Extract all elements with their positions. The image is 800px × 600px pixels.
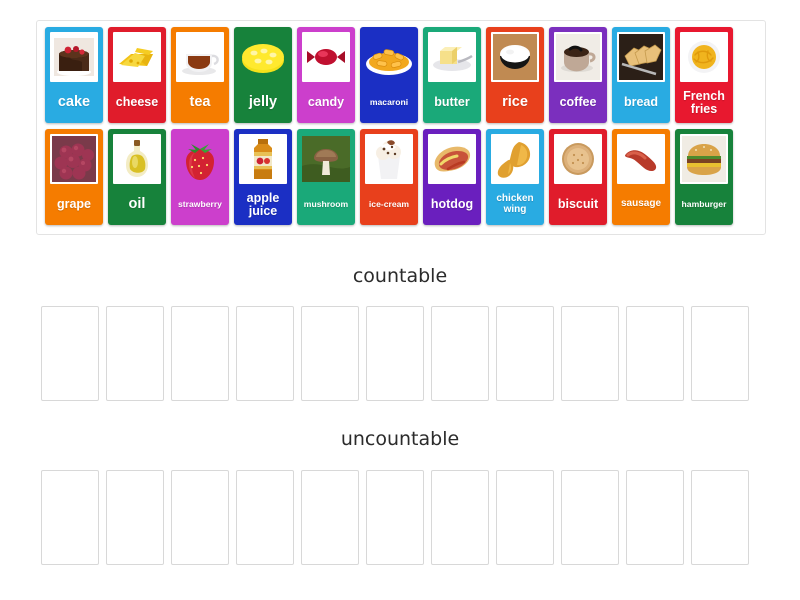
word-card-macaroni[interactable]: macaroni [360, 27, 418, 123]
word-card-oil[interactable]: oil [108, 129, 166, 225]
word-card-label: ice-cream [368, 199, 410, 210]
group-sort-activity: cake cheese tea jelly candy macaroni butter ric… [0, 0, 800, 600]
jelly-icon [239, 32, 287, 82]
word-card-coffee[interactable]: coffee [549, 27, 607, 123]
word-card-label: chicken wing [496, 193, 534, 215]
drop-slot[interactable] [496, 470, 554, 565]
word-card-label: French fries [683, 88, 725, 116]
word-card-label: hamburger [681, 199, 727, 210]
word-card-french-fries[interactable]: French fries [675, 27, 733, 123]
drop-slot[interactable] [41, 306, 99, 401]
drop-slot[interactable] [366, 306, 424, 401]
card-tray-row-1: cake cheese tea jelly candy macaroni butter ric… [42, 27, 760, 127]
drop-slot[interactable] [106, 470, 164, 565]
word-card-butter[interactable]: butter [423, 27, 481, 123]
word-card-label: candy [307, 95, 345, 110]
drop-slot[interactable] [366, 470, 424, 565]
word-card-label: grape [56, 197, 92, 212]
cake-icon [50, 32, 98, 82]
word-card-label: bread [623, 95, 659, 110]
drop-slot[interactable] [171, 306, 229, 401]
candy-icon [302, 32, 350, 82]
word-card-label: apple juice [246, 190, 280, 218]
word-card-tea[interactable]: tea [171, 27, 229, 123]
biscuit-icon [554, 134, 602, 184]
drop-slot[interactable] [431, 306, 489, 401]
hamburger-icon [680, 134, 728, 184]
oil-bottle-icon [113, 134, 161, 184]
word-card-label: mushroom [303, 199, 349, 210]
drop-slot[interactable] [626, 470, 684, 565]
word-card-biscuit[interactable]: biscuit [549, 129, 607, 225]
drop-slot[interactable] [236, 470, 294, 565]
word-card-label: hotdog [430, 197, 474, 212]
chicken-wing-icon [491, 134, 539, 184]
word-card-label: jelly [248, 94, 278, 111]
drop-slot[interactable] [301, 470, 359, 565]
word-card-mushroom[interactable]: mushroom [297, 129, 355, 225]
hotdog-icon [428, 134, 476, 184]
french-fries-icon [680, 32, 728, 82]
word-card-label: rice [502, 94, 528, 111]
word-card-label: oil [128, 196, 146, 213]
word-card-hamburger[interactable]: hamburger [675, 129, 733, 225]
bread-icon [617, 32, 665, 82]
word-card-label: tea [189, 94, 211, 111]
tea-cup-icon [176, 32, 224, 82]
drop-slot[interactable] [691, 306, 749, 401]
group-title-countable: countable [352, 265, 448, 287]
drop-slot[interactable] [561, 470, 619, 565]
drop-slot[interactable] [301, 306, 359, 401]
drop-slot[interactable] [691, 470, 749, 565]
drop-slot[interactable] [106, 306, 164, 401]
drop-slot[interactable] [626, 306, 684, 401]
word-card-strawberry[interactable]: strawberry [171, 129, 229, 225]
word-card-label: butter [434, 95, 470, 110]
word-card-rice[interactable]: rice [486, 27, 544, 123]
drop-zone-uncountable[interactable] [41, 470, 759, 565]
sausage-icon [617, 134, 665, 184]
word-card-candy[interactable]: candy [297, 27, 355, 123]
drop-zone-countable[interactable] [41, 306, 759, 401]
word-card-label: macaroni [369, 97, 409, 108]
word-card-sausage[interactable]: sausage [612, 129, 670, 225]
strawberry-icon [176, 134, 224, 184]
word-card-cheese[interactable]: cheese [108, 27, 166, 123]
word-card-jelly[interactable]: jelly [234, 27, 292, 123]
apple-juice-icon [239, 134, 287, 184]
word-card-hotdog[interactable]: hotdog [423, 129, 481, 225]
rice-bowl-icon [491, 32, 539, 82]
word-card-label: cake [57, 94, 91, 111]
mushroom-icon [302, 134, 350, 184]
word-card-label: coffee [559, 95, 597, 110]
butter-icon [428, 32, 476, 82]
word-card-label: sausage [620, 198, 662, 210]
word-card-label: biscuit [557, 197, 599, 212]
drop-slot[interactable] [171, 470, 229, 565]
word-card-apple-juice[interactable]: apple juice [234, 129, 292, 225]
word-card-ice-cream[interactable]: ice-cream [360, 129, 418, 225]
word-card-cake[interactable]: cake [45, 27, 103, 123]
drop-slot[interactable] [431, 470, 489, 565]
word-card-grape[interactable]: grape [45, 129, 103, 225]
drop-slot[interactable] [236, 306, 294, 401]
coffee-cup-icon [554, 32, 602, 82]
word-card-bread[interactable]: bread [612, 27, 670, 123]
word-card-chicken-wing[interactable]: chicken wing [486, 129, 544, 225]
card-tray: cake cheese tea jelly candy macaroni butter ric… [36, 20, 766, 235]
grape-icon [50, 134, 98, 184]
macaroni-icon [365, 32, 413, 82]
drop-slot[interactable] [561, 306, 619, 401]
card-tray-row-2: grape oil strawberry apple juice mushroom ice… [42, 129, 760, 229]
cheese-icon [113, 32, 161, 82]
drop-slot[interactable] [41, 470, 99, 565]
group-title-uncountable: uncountable [340, 428, 460, 450]
word-card-label: cheese [115, 95, 159, 110]
ice-cream-icon [365, 134, 413, 184]
drop-slot[interactable] [496, 306, 554, 401]
word-card-label: strawberry [178, 199, 222, 210]
